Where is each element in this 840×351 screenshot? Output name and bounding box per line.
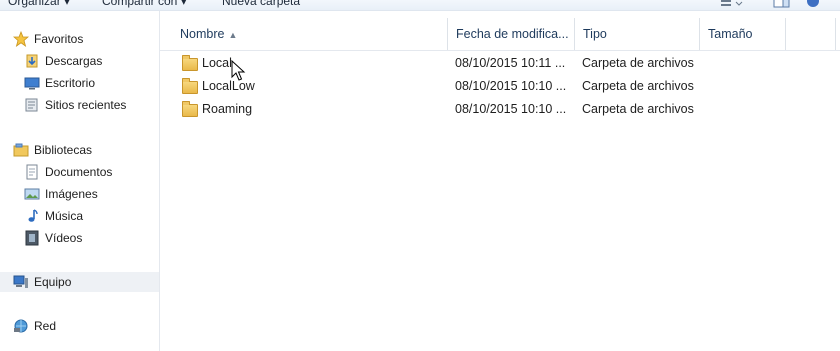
computer-icon xyxy=(13,274,29,290)
nav-favorites[interactable]: Favoritos xyxy=(12,29,84,49)
nav-computer-label: Equipo xyxy=(34,275,72,289)
nav-favorites-label: Favoritos xyxy=(34,32,84,46)
nav-libraries[interactable]: Bibliotecas xyxy=(13,140,92,160)
pictures-icon xyxy=(24,186,40,202)
command-bar: Organizar ▾ Compartir con ▾ Nueva carpet… xyxy=(0,0,840,11)
column-header-extra[interactable] xyxy=(786,18,836,50)
nav-computer[interactable]: Equipo xyxy=(0,272,159,292)
sort-ascending-icon: ▲ xyxy=(228,30,238,40)
file-row[interactable]: Local 08/10/2015 10:11 ... Carpeta de ar… xyxy=(160,52,840,74)
nav-network-label: Red xyxy=(34,319,57,333)
folder-icon xyxy=(182,78,198,94)
nav-recent-places-label: Sitios recientes xyxy=(45,98,127,112)
nav-videos-label: Vídeos xyxy=(45,231,83,245)
nav-documents-label: Documentos xyxy=(45,165,113,179)
nav-music[interactable]: Música xyxy=(24,206,83,226)
column-header-name-label: Nombre xyxy=(180,27,225,41)
share-with-button[interactable]: Compartir con ▾ xyxy=(102,0,187,8)
network-icon xyxy=(13,318,29,334)
file-type: Carpeta de archivos xyxy=(582,102,694,116)
nav-pictures-label: Imágenes xyxy=(45,187,98,201)
folder-icon xyxy=(182,55,198,71)
help-icon[interactable] xyxy=(806,0,820,8)
mouse-pointer-icon xyxy=(231,60,246,81)
file-date: 08/10/2015 10:11 ... xyxy=(455,56,566,70)
nav-pictures[interactable]: Imágenes xyxy=(24,184,98,204)
downloads-icon xyxy=(24,53,40,69)
file-row[interactable]: LocalLow 08/10/2015 10:10 ... Carpeta de… xyxy=(160,75,840,97)
music-icon xyxy=(24,208,40,224)
file-type: Carpeta de archivos xyxy=(582,56,694,70)
nav-desktop-label: Escritorio xyxy=(45,76,96,90)
column-header-type-label: Tipo xyxy=(583,27,607,41)
desktop-icon xyxy=(24,75,40,91)
recent-places-icon xyxy=(24,97,40,113)
preview-pane-icon[interactable] xyxy=(773,0,791,8)
file-name: Local xyxy=(202,56,232,70)
organize-button[interactable]: Organizar ▾ xyxy=(8,0,70,8)
column-header-type[interactable]: Tipo xyxy=(575,18,700,50)
file-row[interactable]: Roaming 08/10/2015 10:10 ... Carpeta de … xyxy=(160,98,840,120)
nav-desktop[interactable]: Escritorio xyxy=(24,73,95,93)
nav-recent-places[interactable]: Sitios recientes xyxy=(24,95,126,115)
column-header-name[interactable]: Nombre ▲ xyxy=(172,18,448,50)
file-name: Roaming xyxy=(202,102,253,116)
file-list-pane: Nombre ▲ Fecha de modifica... Tipo Tamaño… xyxy=(160,11,840,351)
column-header-size-label: Tamaño xyxy=(708,27,753,41)
folder-icon xyxy=(182,101,198,117)
view-options-icon[interactable] xyxy=(720,0,750,8)
documents-icon xyxy=(24,164,40,180)
nav-libraries-label: Bibliotecas xyxy=(34,143,93,157)
nav-downloads-label: Descargas xyxy=(45,54,103,68)
nav-downloads[interactable]: Descargas xyxy=(24,51,102,71)
file-date: 08/10/2015 10:10 ... xyxy=(455,79,567,93)
nav-documents[interactable]: Documentos xyxy=(24,162,112,182)
column-header-size[interactable]: Tamaño xyxy=(700,18,786,50)
nav-videos[interactable]: Vídeos xyxy=(24,228,82,248)
file-date: 08/10/2015 10:10 ... xyxy=(455,102,567,116)
nav-network[interactable]: Red xyxy=(13,316,56,336)
libraries-icon xyxy=(13,142,29,158)
column-header-date[interactable]: Fecha de modifica... xyxy=(448,18,575,50)
new-folder-button[interactable]: Nueva carpeta xyxy=(222,0,300,8)
nav-music-label: Música xyxy=(45,209,84,223)
column-header-row: Nombre ▲ Fecha de modifica... Tipo Tamaño xyxy=(160,18,840,51)
file-type: Carpeta de archivos xyxy=(582,79,694,93)
navigation-pane: Favoritos Descargas Escritorio Sitios re… xyxy=(0,11,160,351)
star-icon xyxy=(12,30,30,47)
videos-icon xyxy=(24,230,40,246)
column-header-date-label: Fecha de modifica... xyxy=(456,27,569,41)
